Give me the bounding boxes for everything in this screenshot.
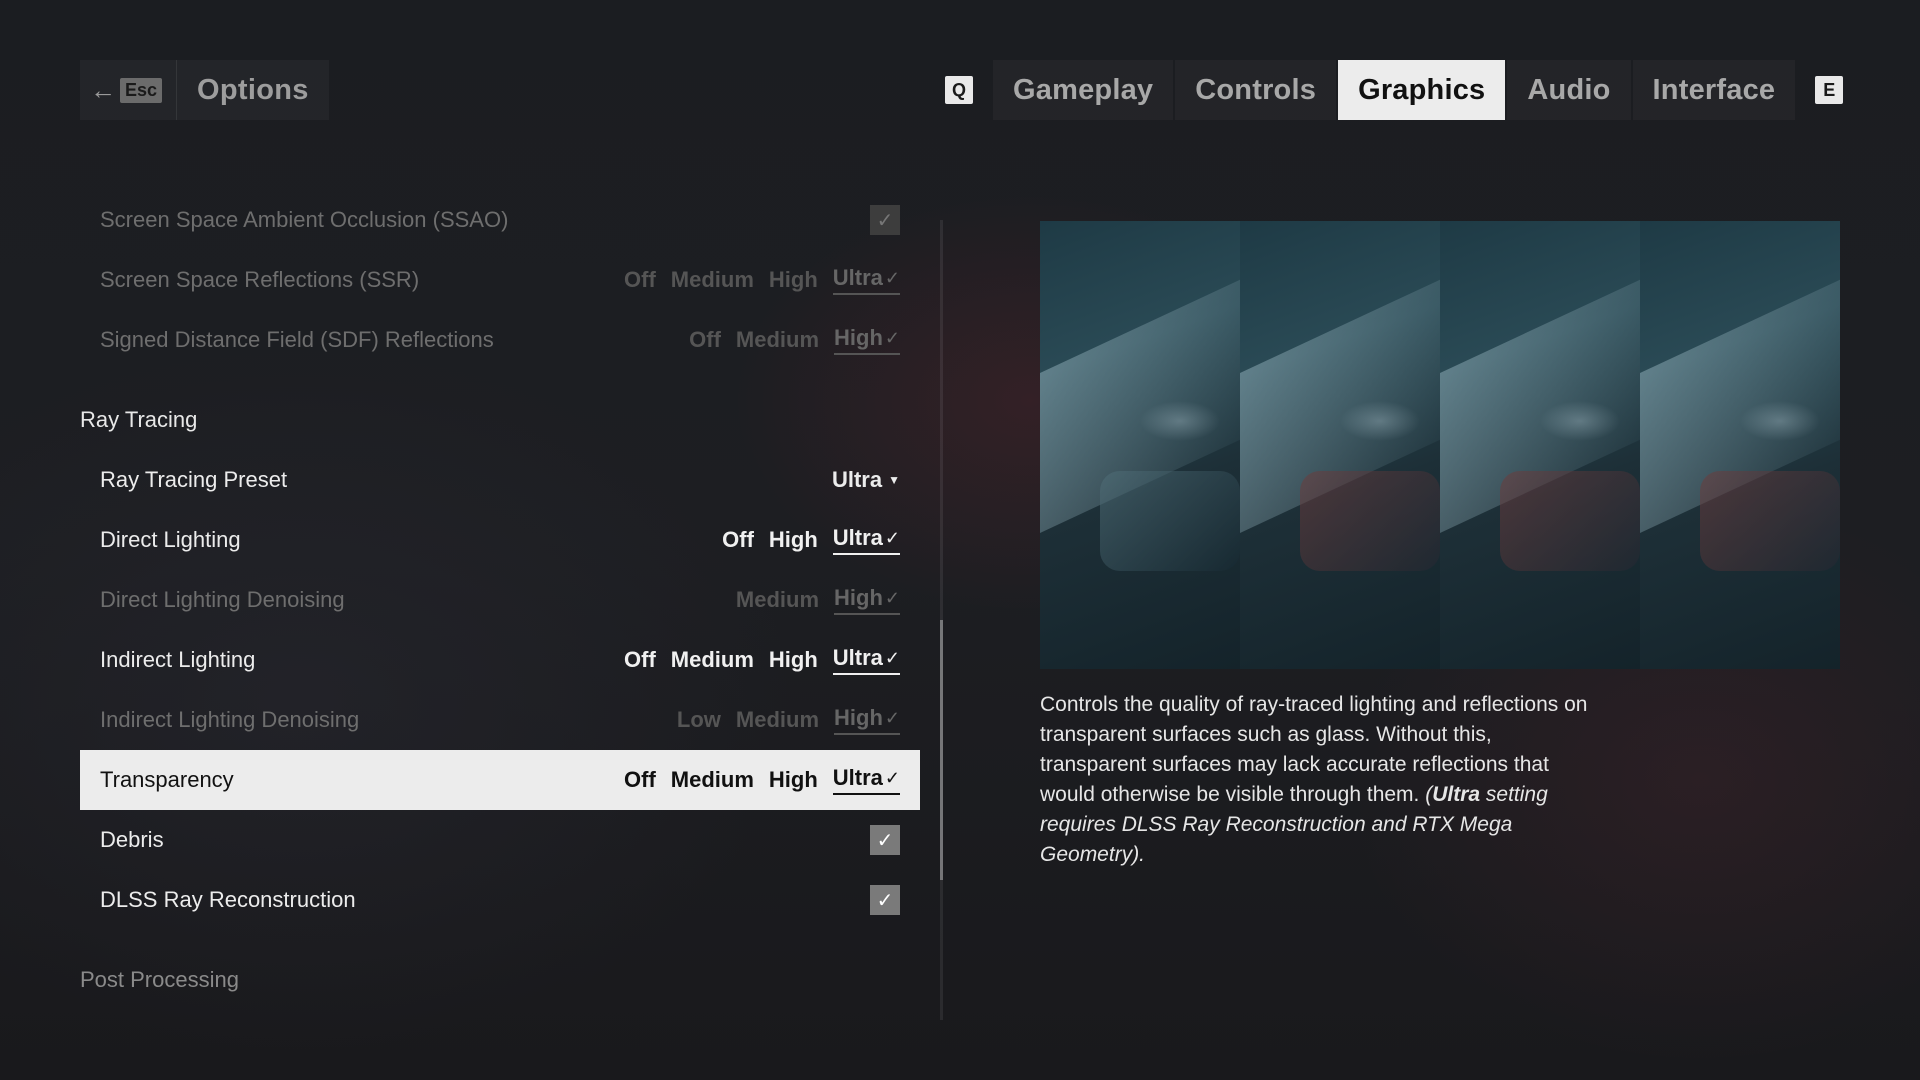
option-off[interactable]: Off [624,767,656,793]
setting-row-direct-lighting[interactable]: Direct Lighting Off High Ultra ✓ [80,510,920,570]
setting-row-debris[interactable]: Debris ✓ [80,810,920,870]
preview-panel [1440,221,1640,669]
options-header: ← Esc Options [80,60,329,120]
option-off[interactable]: Off [624,267,656,293]
prev-tab-key-hint[interactable]: Q [945,76,973,104]
tab-interface[interactable]: Interface [1633,60,1796,120]
option-ultra-selected[interactable]: Ultra ✓ [832,645,900,675]
option-medium[interactable]: Medium [736,587,819,613]
option-off[interactable]: Off [624,647,656,673]
arrow-left-icon: ← [90,75,116,105]
setting-label: Debris [100,827,164,852]
debris-checkbox[interactable]: ✓ [870,825,900,855]
option-medium[interactable]: Medium [671,267,754,293]
option-label: Ultra [832,525,883,550]
setting-row-dlss-rr[interactable]: DLSS Ray Reconstruction ✓ [80,870,920,930]
checkmark-icon: ✓ [884,767,900,788]
dlss-rr-checkbox[interactable]: ✓ [870,885,900,915]
option-ultra-selected[interactable]: Ultra ✓ [832,265,900,295]
option-high[interactable]: High [769,267,818,293]
setting-row-transparency[interactable]: Transparency Off Medium High Ultra ✓ [80,750,920,810]
setting-row-indirect-lighting[interactable]: Indirect Lighting Off Medium High Ultra ✓ [80,630,920,690]
scrollbar-thumb[interactable] [940,620,943,880]
tab-audio[interactable]: Audio [1507,60,1630,120]
setting-label: Indirect Lighting Denoising [100,707,360,732]
setting-label: DLSS Ray Reconstruction [100,887,356,912]
setting-label: Screen Space Ambient Occlusion (SSAO) [100,207,509,232]
option-high[interactable]: High [769,767,818,793]
page-title: Options [197,73,309,106]
setting-label: Signed Distance Field (SDF) Reflections [100,327,494,352]
option-ultra-selected[interactable]: Ultra ✓ [832,765,900,795]
tab-graphics[interactable]: Graphics [1338,60,1506,120]
option-ultra-selected[interactable]: Ultra ✓ [832,525,900,555]
checkmark-icon: ✓ [884,707,900,728]
preview-panel [1640,221,1840,669]
option-low[interactable]: Low [677,707,721,733]
rt-preset-dropdown[interactable]: Ultra ▼ [832,467,900,493]
option-off[interactable]: Off [722,527,754,553]
checkmark-icon: ✓ [884,647,900,668]
tab-bar: Q Gameplay Controls Graphics Audio Inter… [945,60,1844,120]
preview-image [1040,221,1840,669]
setting-label: Screen Space Reflections (SSR) [100,267,420,292]
section-post-processing: Post Processing [80,967,239,992]
setting-description: Controls the quality of ray-traced light… [1040,690,1600,870]
settings-list: Screen Space Ambient Occlusion (SSAO) ✓ … [80,190,920,1010]
checkmark-icon: ✓ [876,209,894,232]
option-label: Ultra [832,765,883,790]
ssao-checkbox[interactable]: ✓ [870,205,900,235]
esc-key-hint: Esc [120,77,163,103]
note-bold: Ultra [1432,783,1481,806]
setting-row-rt-preset[interactable]: Ray Tracing Preset Ultra ▼ [80,450,920,510]
checkmark-icon: ✓ [884,267,900,288]
section-ray-tracing: Ray Tracing [80,407,198,432]
next-tab-key-hint[interactable]: E [1815,76,1844,104]
back-button[interactable]: ← Esc [80,60,178,120]
setting-row-direct-denoising[interactable]: Direct Lighting Denoising Medium High ✓ [80,570,920,630]
setting-label: Direct Lighting Denoising [100,587,345,612]
checkmark-icon: ✓ [876,889,894,912]
option-high[interactable]: High [769,527,818,553]
option-label: High [834,325,883,350]
tab-gameplay[interactable]: Gameplay [993,60,1173,120]
setting-label: Direct Lighting [100,527,241,552]
setting-row-ssao[interactable]: Screen Space Ambient Occlusion (SSAO) ✓ [80,190,920,250]
checkmark-icon: ✓ [884,587,900,608]
option-off[interactable]: Off [689,327,721,353]
option-label: High [834,585,883,610]
option-high-selected[interactable]: High ✓ [834,585,900,615]
preview-panel [1240,221,1440,669]
caret-down-icon: ▼ [888,473,900,487]
option-medium[interactable]: Medium [671,647,754,673]
dropdown-value: Ultra [831,467,883,492]
checkmark-icon: ✓ [876,829,894,852]
option-high-selected[interactable]: High ✓ [834,325,900,355]
setting-label: Indirect Lighting [100,647,256,672]
tab-controls[interactable]: Controls [1175,60,1336,120]
option-label: Ultra [832,265,883,290]
option-medium[interactable]: Medium [736,327,819,353]
option-label: Ultra [832,645,883,670]
scrollbar-track[interactable] [940,220,943,1020]
setting-row-ssr[interactable]: Screen Space Reflections (SSR) Off Mediu… [80,250,920,310]
option-medium[interactable]: Medium [736,707,819,733]
option-medium[interactable]: Medium [671,767,754,793]
setting-label: Transparency [100,767,234,792]
checkmark-icon: ✓ [884,327,900,348]
preview-panel [1040,221,1240,669]
option-high[interactable]: High [769,647,818,673]
setting-label: Ray Tracing Preset [100,467,288,492]
checkmark-icon: ✓ [884,527,900,548]
setting-row-indirect-denoising[interactable]: Indirect Lighting Denoising Low Medium H… [80,690,920,750]
setting-row-sdf[interactable]: Signed Distance Field (SDF) Reflections … [80,310,920,370]
option-high-selected[interactable]: High ✓ [834,705,900,735]
option-label: High [834,705,883,730]
